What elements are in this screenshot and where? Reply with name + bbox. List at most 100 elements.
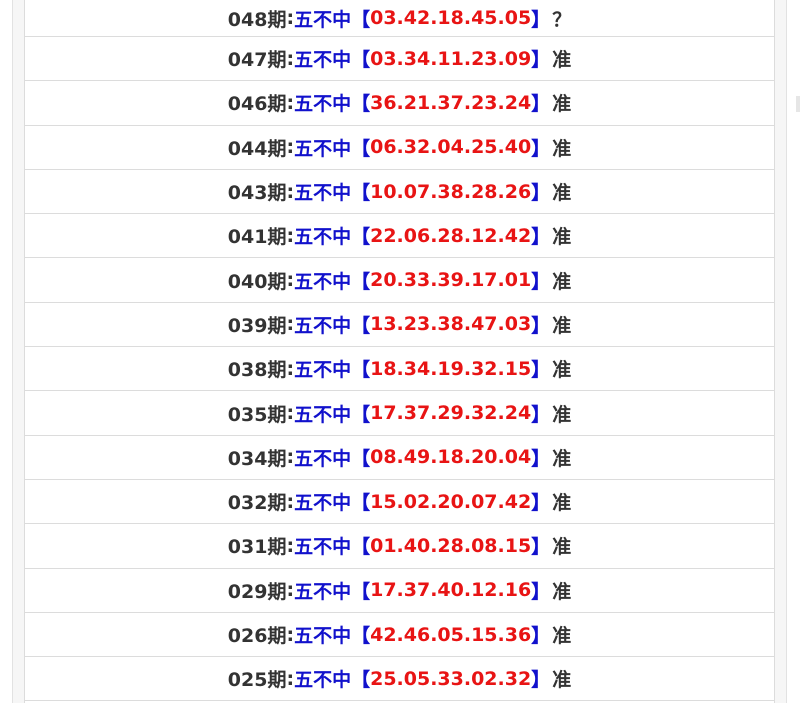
list-item: 040期: 五不中【20.33.39.17.01】准 [25, 258, 774, 303]
separator-colon: : [286, 269, 295, 292]
prediction-type: 五不中 [294, 447, 352, 470]
issue-number: 032期 [227, 492, 287, 515]
separator-colon: : [286, 357, 295, 380]
list-item: 034期: 五不中【08.49.18.20.04】准 [25, 436, 774, 480]
prediction-numbers: 03.42.18.45.05 [370, 7, 532, 29]
prediction-numbers: 08.49.18.20.04 [370, 446, 532, 469]
prediction-numbers: 36.21.37.23.24 [370, 91, 532, 114]
separator-colon: : [286, 667, 295, 690]
bracket-close: 】 [531, 137, 551, 160]
prediction-type: 五不中 [294, 270, 352, 293]
result-mark: 准 [552, 137, 572, 160]
prediction-type: 五不中 [294, 93, 352, 116]
prediction-numbers: 06.32.04.25.40 [370, 136, 532, 159]
result-mark: 准 [552, 669, 572, 692]
separator-colon: : [286, 402, 295, 425]
issue-number: 041期 [227, 226, 287, 249]
prediction-type: 五不中 [294, 625, 352, 647]
prediction-numbers: 01.40.28.08.15 [370, 534, 532, 557]
bracket-open: 【 [351, 93, 371, 116]
bracket-close: 】 [531, 49, 551, 72]
bracket-close: 】 [531, 536, 551, 559]
list-item: 025期: 五不中【25.05.33.02.32】准 [25, 657, 774, 702]
separator-colon: : [286, 91, 295, 114]
prediction-numbers: 18.34.19.32.15 [370, 357, 532, 380]
prediction-type: 五不中 [294, 314, 352, 337]
bracket-open: 【 [351, 447, 371, 470]
prediction-numbers: 13.23.38.47.03 [370, 313, 532, 336]
bracket-open: 【 [351, 137, 371, 160]
result-mark: ？ [552, 8, 572, 31]
prediction-type: 五不中 [294, 182, 352, 205]
separator-colon: : [286, 579, 295, 602]
issue-number: 047期 [227, 49, 287, 72]
prediction-type: 五不中 [294, 536, 352, 559]
separator-colon: : [286, 446, 295, 469]
separator-colon: : [286, 534, 295, 557]
issue-number: 034期 [227, 447, 287, 470]
list-item: 043期: 五不中【10.07.38.28.26】准 [25, 170, 774, 215]
bracket-close: 】 [531, 359, 551, 382]
bracket-open: 【 [351, 270, 371, 293]
bracket-close: 】 [531, 182, 551, 205]
issue-number: 043期 [227, 182, 287, 205]
prediction-type: 五不中 [294, 359, 352, 382]
separator-colon: : [286, 224, 295, 247]
separator-colon: : [286, 490, 295, 513]
result-mark: 准 [552, 182, 572, 205]
prediction-numbers: 20.33.39.17.01 [370, 269, 532, 292]
bracket-open: 【 [351, 403, 371, 426]
result-mark: 准 [552, 93, 572, 116]
bracket-open: 【 [351, 49, 371, 72]
list-item: 048期: 五不中【03.42.18.45.05】？ [25, 0, 774, 37]
result-mark: 准 [552, 580, 572, 603]
separator-colon: : [286, 47, 295, 70]
prediction-type: 五不中 [294, 669, 352, 692]
bracket-close: 】 [531, 403, 551, 426]
bracket-open: 【 [351, 8, 371, 31]
result-mark: 准 [552, 492, 572, 515]
list-item: 035期: 五不中【17.37.29.32.24】准 [25, 391, 774, 436]
issue-number: 029期 [227, 580, 287, 603]
prediction-type: 五不中 [294, 8, 352, 31]
prediction-type: 五不中 [294, 137, 352, 160]
separator-colon: : [286, 180, 295, 203]
separator-colon: : [286, 313, 295, 336]
list-item: 046期: 五不中【36.21.37.23.24】准 [25, 81, 774, 126]
list-item: 047期: 五不中【03.34.11.23.09】准 [25, 37, 774, 82]
bracket-open: 【 [351, 182, 371, 205]
prediction-type: 五不中 [294, 403, 352, 426]
issue-number: 038期 [227, 359, 287, 382]
issue-number: 031期 [227, 536, 287, 559]
bracket-open: 【 [351, 314, 371, 337]
list-item: 031期: 五不中【01.40.28.08.15】准 [25, 524, 774, 569]
list-item: 038期: 五不中【18.34.19.32.15】准 [25, 347, 774, 392]
issue-number: 046期 [227, 93, 287, 116]
prediction-type: 五不中 [294, 580, 352, 603]
issue-number: 040期 [227, 270, 287, 293]
separator-colon: : [286, 7, 295, 29]
issue-number: 048期 [227, 8, 287, 31]
bracket-close: 】 [531, 93, 551, 116]
separator-colon: : [286, 136, 295, 159]
result-mark: 准 [552, 359, 572, 382]
prediction-numbers: 22.06.28.12.42 [370, 224, 532, 247]
list-item: 041期: 五不中【22.06.28.12.42】准 [25, 214, 774, 259]
bracket-open: 【 [351, 580, 371, 603]
list-item: 026期: 五不中【42.46.05.15.36】准 [25, 613, 774, 658]
bracket-open: 【 [351, 536, 371, 559]
list-item: 029期: 五不中【17.37.40.12.16】准 [25, 569, 774, 613]
prediction-list[interactable]: 048期: 五不中【03.42.18.45.05】？ 047期: 五不中【03.34… [24, 0, 775, 703]
result-mark: 准 [552, 536, 572, 559]
issue-number: 025期 [227, 669, 287, 692]
bracket-close: 】 [531, 580, 551, 603]
issue-number: 039期 [227, 314, 287, 337]
result-mark: 准 [552, 314, 572, 337]
scrollbar-thumb[interactable] [796, 96, 800, 112]
bracket-close: 】 [531, 669, 551, 692]
issue-number: 026期 [227, 625, 287, 647]
bracket-open: 【 [351, 669, 371, 692]
list-item: 044期: 五不中【06.32.04.25.40】准 [25, 126, 774, 170]
bracket-open: 【 [351, 226, 371, 249]
prediction-type: 五不中 [294, 49, 352, 72]
